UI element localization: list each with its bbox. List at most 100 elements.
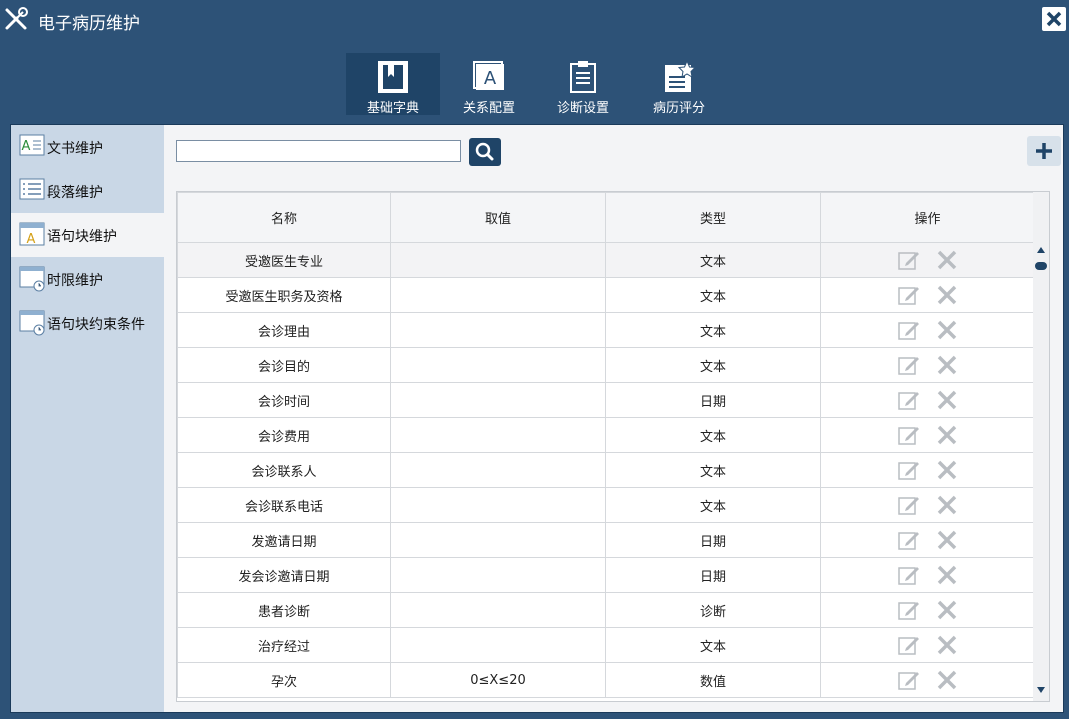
column-header-type[interactable]: 类型 (605, 192, 821, 243)
sidebar-item-label: 段落维护 (47, 185, 103, 201)
edit-icon[interactable] (897, 494, 921, 516)
cell-type: 文本 (605, 277, 821, 313)
cell-name: 会诊费用 (177, 417, 391, 453)
cell-actions (820, 382, 1034, 418)
edit-icon[interactable] (897, 459, 921, 481)
delete-icon[interactable] (935, 249, 959, 271)
toolbar-record-scoring[interactable]: 病历评分 (632, 53, 726, 116)
sidebar-item-label: 文书维护 (47, 141, 103, 157)
cell-value (390, 347, 606, 383)
constraint-icon (19, 310, 45, 336)
cell-type: 数值 (605, 662, 821, 698)
table-row[interactable]: 发会诊邀请日期 日期 (177, 557, 1034, 593)
cell-actions (820, 592, 1034, 628)
cell-actions (820, 242, 1034, 278)
table-row[interactable]: 会诊联系人 文本 (177, 452, 1034, 488)
tools-icon (5, 7, 28, 30)
sidebar-item-time-limit[interactable]: 时限维护 (11, 257, 164, 301)
column-header-name[interactable]: 名称 (177, 192, 391, 243)
table-row[interactable]: 治疗经过 文本 (177, 627, 1034, 663)
cell-name: 受邀医生专业 (177, 242, 391, 278)
scroll-thumb[interactable] (1035, 262, 1047, 270)
delete-icon[interactable] (935, 459, 959, 481)
delete-icon[interactable] (935, 389, 959, 411)
delete-icon[interactable] (935, 599, 959, 621)
delete-icon[interactable] (935, 634, 959, 656)
add-button[interactable] (1027, 136, 1061, 166)
edit-icon[interactable] (897, 564, 921, 586)
sidebar-item-document[interactable]: A 文书维护 (11, 125, 164, 169)
toolbar-basic-dictionary[interactable]: 基础字典 (346, 53, 440, 116)
cell-value (390, 417, 606, 453)
vertical-scrollbar[interactable] (1033, 191, 1050, 702)
edit-icon[interactable] (897, 284, 921, 306)
edit-icon[interactable] (897, 389, 921, 411)
sidebar-item-label: 语句块约束条件 (47, 317, 145, 333)
delete-icon[interactable] (935, 354, 959, 376)
search-button[interactable] (469, 138, 501, 166)
sidebar-item-constraint[interactable]: 语句块约束条件 (11, 301, 164, 345)
delete-icon[interactable] (935, 424, 959, 446)
edit-icon[interactable] (897, 424, 921, 446)
delete-icon[interactable] (935, 529, 959, 551)
cell-value (390, 592, 606, 628)
cell-actions (820, 522, 1034, 558)
table-row[interactable]: 受邀医生职务及资格 文本 (177, 277, 1034, 313)
edit-icon[interactable] (897, 599, 921, 621)
cell-name: 治疗经过 (177, 627, 391, 663)
edit-icon[interactable] (897, 529, 921, 551)
edit-icon[interactable] (897, 249, 921, 271)
search-input[interactable] (176, 140, 461, 162)
toolbar-label: 基础字典 (366, 101, 419, 116)
delete-icon[interactable] (935, 284, 959, 306)
clipboard-icon (570, 61, 596, 93)
svg-text:A: A (22, 139, 31, 154)
cell-name: 会诊联系电话 (177, 487, 391, 523)
cell-actions (820, 452, 1034, 488)
table-row[interactable]: 会诊目的 文本 (177, 347, 1034, 383)
cell-value (390, 627, 606, 663)
cell-type: 文本 (605, 347, 821, 383)
cell-type: 文本 (605, 242, 821, 278)
cell-name: 孕次 (177, 662, 391, 698)
cell-name: 受邀医生职务及资格 (177, 277, 391, 313)
time-limit-icon (19, 266, 45, 292)
table-row[interactable]: 会诊联系电话 文本 (177, 487, 1034, 523)
cell-actions (820, 277, 1034, 313)
scroll-down-icon[interactable] (1036, 686, 1046, 694)
table-row[interactable]: 会诊时间 日期 (177, 382, 1034, 418)
sidebar-item-sentence-block[interactable]: A 语句块维护 (11, 213, 164, 257)
sidebar-item-paragraph[interactable]: 段落维护 (11, 169, 164, 213)
table-row[interactable]: 患者诊断 诊断 (177, 592, 1034, 628)
cell-type: 日期 (605, 382, 821, 418)
cell-value (390, 452, 606, 488)
table-row[interactable]: 受邀医生专业 文本 (177, 242, 1034, 278)
toolbar-diagnosis-settings[interactable]: 诊断设置 (536, 53, 630, 116)
text-frame-icon: A (473, 61, 504, 90)
scroll-up-icon[interactable] (1036, 246, 1046, 254)
delete-icon[interactable] (935, 564, 959, 586)
table-row[interactable]: 会诊费用 文本 (177, 417, 1034, 453)
edit-icon[interactable] (897, 354, 921, 376)
delete-icon[interactable] (935, 494, 959, 516)
cell-value (390, 522, 606, 558)
cell-value (390, 312, 606, 348)
edit-icon[interactable] (897, 669, 921, 691)
star-list-icon (665, 59, 697, 92)
table-row[interactable]: 会诊理由 文本 (177, 312, 1034, 348)
cell-name: 会诊联系人 (177, 452, 391, 488)
delete-icon[interactable] (935, 319, 959, 341)
toolbar-relation-config[interactable]: A 关系配置 (442, 53, 536, 116)
book-icon (378, 61, 408, 93)
close-button[interactable] (1042, 7, 1066, 31)
cell-actions (820, 487, 1034, 523)
edit-icon[interactable] (897, 634, 921, 656)
window-title: 电子病历维护 (38, 14, 140, 34)
close-icon (1046, 11, 1062, 27)
column-header-value[interactable]: 取值 (390, 192, 606, 243)
cell-type: 日期 (605, 522, 821, 558)
edit-icon[interactable] (897, 319, 921, 341)
delete-icon[interactable] (935, 669, 959, 691)
table-row[interactable]: 孕次 0≤X≤20 数值 (177, 662, 1034, 698)
table-row[interactable]: 发邀请日期 日期 (177, 522, 1034, 558)
